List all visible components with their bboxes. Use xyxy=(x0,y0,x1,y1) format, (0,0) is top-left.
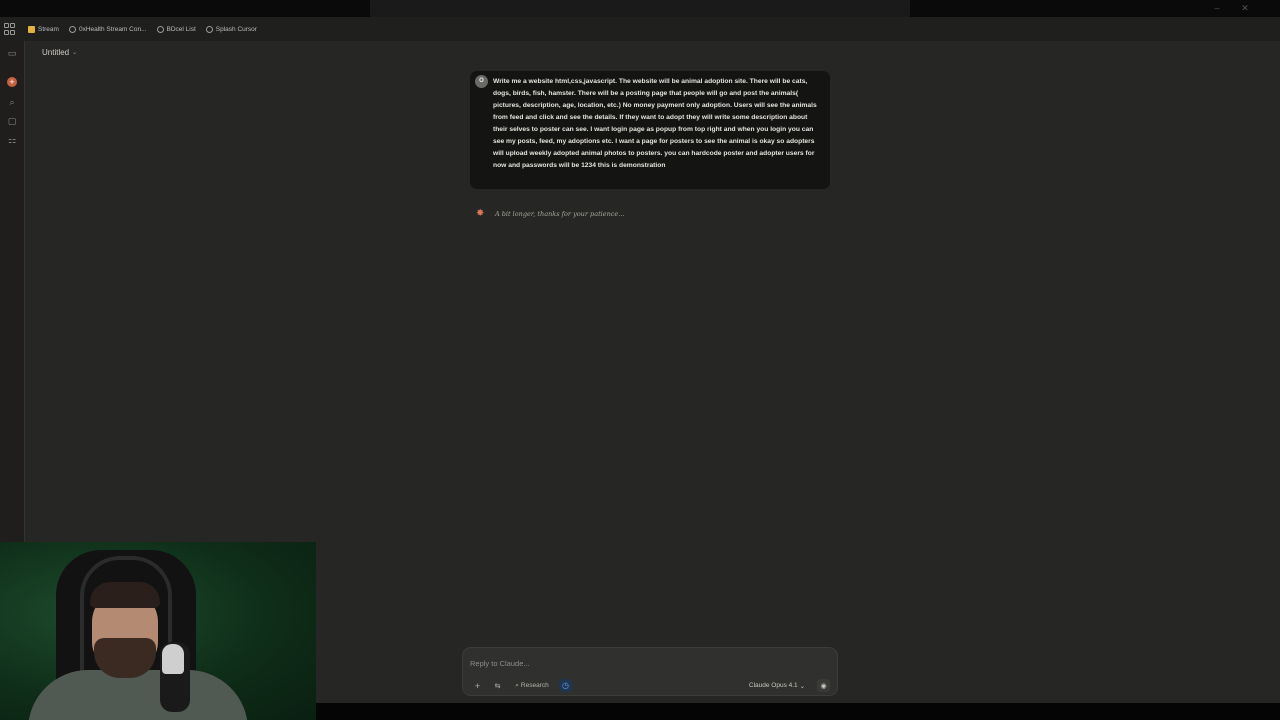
folder-icon xyxy=(28,25,35,33)
apps-grid-icon[interactable] xyxy=(4,23,16,35)
bookmarks-bar: Stream 0xHealth Stream Con... BDcel List… xyxy=(0,17,1280,41)
research-label: Research xyxy=(520,682,549,689)
bookmark-stream[interactable]: Stream xyxy=(28,25,59,33)
sidebar-toggle-icon[interactable]: ▭ xyxy=(7,48,17,58)
user-message: O Write me a website html,css,javascript… xyxy=(470,71,830,189)
new-chat-icon[interactable]: + xyxy=(7,77,17,87)
person-hair xyxy=(90,582,160,608)
thinking-text: A bit longer, thanks for your patience..… xyxy=(495,210,625,218)
bookmark-health-stream[interactable]: 0xHealth Stream Con... xyxy=(68,25,147,33)
reply-composer: + ⇆ ⌕ Research ◷ Claude Opus 4.1 ⌄ ◉ xyxy=(462,647,838,696)
user-message-text: Write me a website html,css,javascript. … xyxy=(493,78,817,169)
bookmark-label: Splash Cursor xyxy=(215,25,257,33)
close-icon[interactable]: ✕ xyxy=(1240,3,1250,13)
person-torso xyxy=(28,670,248,720)
chevron-down-icon: ⌄ xyxy=(72,50,78,56)
search-icon[interactable]: ⌕ xyxy=(7,97,17,107)
tools-button[interactable]: ⇆ xyxy=(491,679,504,692)
projects-icon[interactable]: ⚏ xyxy=(7,135,17,145)
clock-icon: ◷ xyxy=(562,681,569,690)
globe-icon xyxy=(205,25,213,33)
minimize-icon[interactable]: – xyxy=(1212,3,1222,13)
reply-input[interactable] xyxy=(470,658,770,668)
send-icon: ◉ xyxy=(820,682,827,690)
chevron-down-icon: ⌄ xyxy=(799,682,806,690)
globe-icon xyxy=(156,25,164,33)
claude-spark-icon: ✸ xyxy=(476,208,485,219)
avatar: O xyxy=(475,75,488,88)
research-icon: ⌕ xyxy=(515,681,519,689)
chats-icon[interactable]: ▢ xyxy=(7,116,17,126)
chat-title[interactable]: Untitled ⌄ xyxy=(42,48,77,57)
bookmark-label: BDcel List xyxy=(166,25,196,33)
bookmark-bdcel-list[interactable]: BDcel List xyxy=(156,25,196,33)
webcam-overlay xyxy=(0,542,316,720)
browser-top-bar: – ✕ xyxy=(0,0,1280,20)
chat-title-text: Untitled xyxy=(42,48,70,57)
send-button[interactable]: ◉ xyxy=(817,679,830,692)
bookmark-label: 0xHealth Stream Con... xyxy=(78,25,147,33)
model-label: Claude Opus 4.1 xyxy=(748,682,798,689)
add-attachment-button[interactable]: + xyxy=(471,679,484,692)
bookmark-splash-cursor[interactable]: Splash Cursor xyxy=(205,25,257,33)
microphone-grill xyxy=(162,644,184,674)
bookmark-label: Stream xyxy=(38,25,59,33)
plus-icon: + xyxy=(474,680,481,691)
model-selector[interactable]: Claude Opus 4.1 ⌄ xyxy=(745,679,809,692)
sliders-icon: ⇆ xyxy=(494,682,501,690)
assistant-thinking: ✸ A bit longer, thanks for your patience… xyxy=(476,209,624,219)
bottom-bar xyxy=(316,703,1280,720)
globe-icon xyxy=(68,25,76,33)
extended-thinking-button[interactable]: ◷ xyxy=(559,679,572,692)
research-button[interactable]: ⌕ Research xyxy=(510,679,554,692)
